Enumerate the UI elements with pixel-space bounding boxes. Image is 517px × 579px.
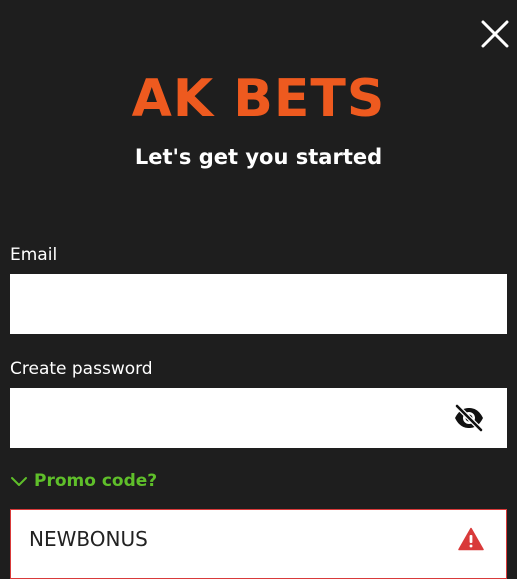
eye-slash-icon bbox=[454, 403, 484, 433]
email-label: Email bbox=[10, 245, 58, 265]
close-icon bbox=[481, 20, 509, 48]
promo-code-toggle[interactable]: Promo code? bbox=[10, 469, 157, 493]
warning-icon bbox=[458, 527, 484, 551]
promo-code-input[interactable] bbox=[11, 510, 506, 568]
page-subtitle: Let's get you started bbox=[134, 145, 383, 169]
close-button[interactable] bbox=[478, 17, 512, 51]
password-visibility-toggle[interactable] bbox=[453, 403, 485, 433]
password-input[interactable] bbox=[10, 388, 507, 448]
email-input[interactable] bbox=[10, 274, 507, 334]
password-label: Create password bbox=[10, 359, 153, 379]
password-field-container bbox=[10, 388, 507, 448]
promo-code-label: Promo code? bbox=[34, 471, 158, 491]
promo-field-container bbox=[10, 509, 507, 579]
chevron-down-icon bbox=[11, 477, 27, 486]
brand-logo: AK BETS bbox=[131, 69, 386, 129]
email-field-container bbox=[10, 274, 507, 334]
